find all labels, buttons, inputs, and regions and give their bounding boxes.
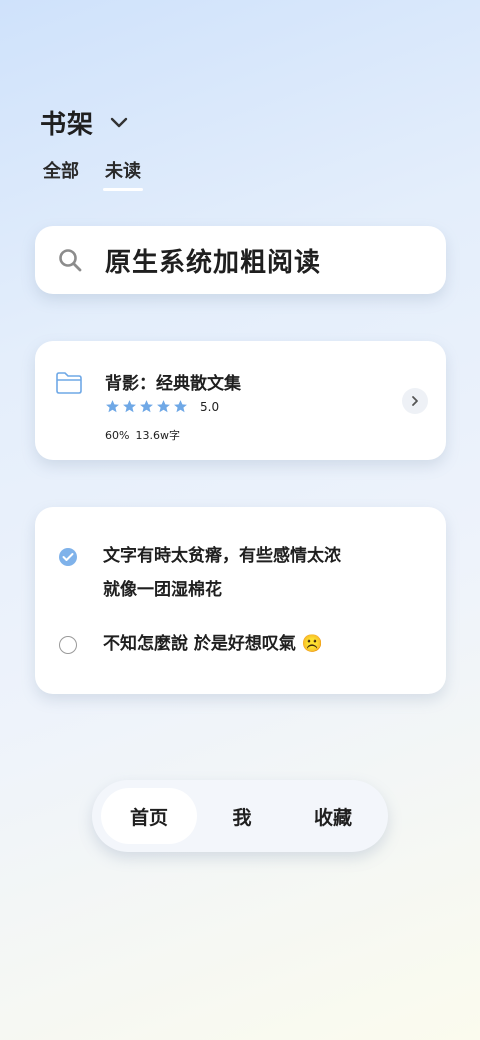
todo-text-line: 就像一团湿棉花 bbox=[103, 580, 222, 600]
page-title: 书架 bbox=[40, 110, 95, 140]
checked-icon[interactable] bbox=[59, 548, 77, 566]
todo-text-line: 文字有時太贫瘠，有些感情太浓 bbox=[103, 546, 341, 566]
rating-row: 5.0 bbox=[105, 399, 219, 414]
word-count: 13.6w字 bbox=[135, 429, 180, 442]
book-title: 背影：经典散文集 bbox=[105, 374, 241, 394]
tab-all[interactable]: 全部 bbox=[43, 157, 79, 189]
search-icon bbox=[59, 249, 82, 272]
search-bar[interactable]: 原生系统加粗阅读 bbox=[35, 226, 446, 294]
folder-icon bbox=[56, 372, 82, 394]
todo-card: 文字有時太贫瘠，有些感情太浓 就像一团湿棉花 不知怎麼說 於是好想叹氣 ☹️ bbox=[35, 507, 446, 694]
read-progress: 60% bbox=[105, 429, 130, 442]
todo-item[interactable]: 文字有時太贫瘠，有些感情太浓 就像一团湿棉花 bbox=[59, 545, 341, 607]
search-text: 原生系统加粗阅读 bbox=[105, 247, 322, 278]
open-book-button[interactable] bbox=[402, 388, 428, 414]
star-icon bbox=[157, 400, 170, 413]
star-icon bbox=[140, 400, 153, 413]
unchecked-icon[interactable] bbox=[59, 636, 77, 654]
filter-tabs: 全部 未读 bbox=[43, 157, 143, 191]
todo-item[interactable]: 不知怎麼說 於是好想叹氣 ☹️ bbox=[59, 633, 323, 661]
bottom-nav: 首页 我 收藏 bbox=[92, 780, 388, 852]
book-meta: 60% 13.6w字 bbox=[105, 427, 180, 443]
chevron-down-icon[interactable] bbox=[108, 112, 130, 134]
nav-home[interactable]: 首页 bbox=[101, 788, 197, 844]
todo-text: 不知怎麼說 於是好想叹氣 ☹️ bbox=[103, 634, 324, 654]
rating-value: 5.0 bbox=[200, 399, 220, 414]
header: 书架 全部 未读 bbox=[40, 104, 143, 191]
tab-unread[interactable]: 未读 bbox=[103, 157, 143, 191]
star-icon bbox=[123, 400, 136, 413]
chevron-right-icon bbox=[412, 396, 418, 406]
title-row: 书架 bbox=[40, 104, 141, 141]
todo-text: 文字有時太贫瘠，有些感情太浓 就像一团湿棉花 bbox=[103, 539, 341, 607]
book-card[interactable]: 背影：经典散文集 5.0 60% 13.6w字 bbox=[35, 341, 446, 460]
star-icon bbox=[106, 400, 119, 413]
nav-favorites[interactable]: 收藏 bbox=[287, 788, 379, 844]
nav-me[interactable]: 我 bbox=[197, 788, 287, 844]
star-icon bbox=[174, 400, 187, 413]
